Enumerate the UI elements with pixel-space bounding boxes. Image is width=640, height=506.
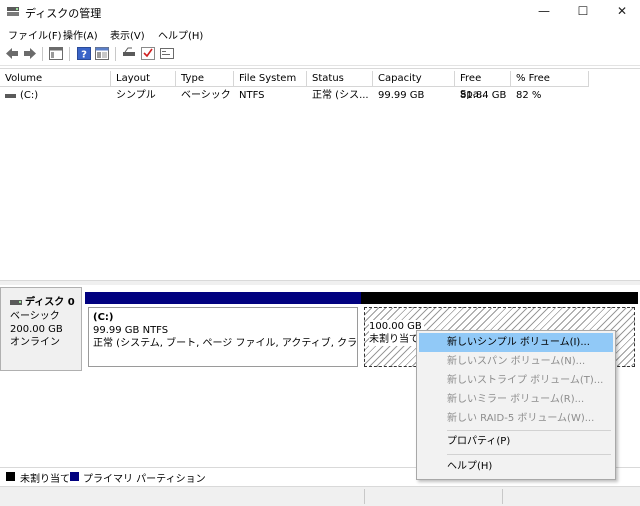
cell-free-space: 81.84 GB bbox=[460, 90, 507, 101]
menu-bar: ファイル(F) 操作(A) 表示(V) ヘルプ(H) bbox=[0, 24, 640, 43]
disk-type: ベーシック bbox=[10, 311, 60, 322]
column-header-file-system[interactable]: File System bbox=[234, 71, 307, 87]
disk-0-label[interactable]: ディスク 0 ベーシック 200.00 GB オンライン bbox=[0, 287, 82, 371]
legend-swatch-primary bbox=[70, 472, 79, 481]
help-icon[interactable]: ? bbox=[77, 47, 91, 60]
cell-layout: シンプル bbox=[116, 90, 156, 101]
disk-management-app-icon bbox=[7, 7, 19, 16]
status-divider bbox=[364, 489, 365, 504]
back-arrow-icon[interactable] bbox=[5, 47, 19, 60]
cell-percent-free: 82 % bbox=[516, 90, 542, 101]
toolbar-separator bbox=[42, 47, 43, 61]
menu-separator bbox=[447, 454, 611, 455]
cell-type: ベーシック bbox=[181, 90, 231, 101]
maximize-button[interactable]: ☐ bbox=[565, 0, 601, 24]
menu-separator bbox=[447, 430, 611, 431]
column-header-status[interactable]: Status bbox=[307, 71, 373, 87]
partition-c-bar bbox=[85, 292, 361, 304]
menu-action[interactable]: 操作(A) bbox=[63, 27, 98, 42]
cell-capacity: 99.99 GB bbox=[378, 90, 425, 101]
forward-arrow-icon[interactable] bbox=[23, 47, 37, 60]
partition-c[interactable]: (C:) 99.99 GB NTFS 正常 (システム, ブート, ページ ファ… bbox=[85, 292, 361, 368]
legend-label-unallocated: 未割り当て bbox=[20, 474, 70, 485]
minimize-button[interactable]: — bbox=[526, 0, 562, 24]
menu-item-new-raid5-volume[interactable]: 新しい RAID-5 ボリューム(W)... bbox=[419, 409, 613, 428]
console-icon[interactable] bbox=[160, 47, 174, 60]
menu-item-new-simple-volume[interactable]: 新しいシンプル ボリューム(I)... bbox=[419, 333, 613, 352]
disk-icon bbox=[10, 300, 22, 305]
disk-size: 200.00 GB bbox=[10, 324, 63, 335]
console-tree-icon[interactable] bbox=[49, 47, 63, 60]
legend-label-primary: プライマリ パーティション bbox=[83, 474, 206, 485]
menu-view[interactable]: 表示(V) bbox=[110, 27, 145, 42]
menu-file[interactable]: ファイル(F) bbox=[8, 27, 62, 42]
partition-c-size-fs: 99.99 GB NTFS bbox=[93, 325, 169, 336]
column-header-layout[interactable]: Layout bbox=[111, 71, 176, 87]
title-bar: ディスクの管理 — ☐ ✕ bbox=[0, 0, 640, 24]
menu-item-new-striped-volume[interactable]: 新しいストライプ ボリューム(T)... bbox=[419, 371, 613, 390]
cell-volume: (C:) bbox=[20, 90, 39, 101]
svg-text:?: ? bbox=[81, 50, 87, 61]
disk-name: ディスク 0 bbox=[25, 297, 75, 308]
window-title: ディスクの管理 bbox=[25, 7, 102, 20]
column-header-volume[interactable]: Volume bbox=[0, 71, 111, 87]
menu-item-properties[interactable]: プロパティ(P) bbox=[419, 432, 613, 451]
cell-status: 正常 (シス... bbox=[312, 90, 369, 101]
partition-c-name: (C:) bbox=[93, 312, 114, 323]
context-menu: 新しいシンプル ボリューム(I)... 新しいスパン ボリューム(N)... 新… bbox=[416, 330, 616, 480]
menu-item-help[interactable]: ヘルプ(H) bbox=[419, 457, 613, 476]
volume-drive-icon bbox=[5, 94, 16, 98]
menu-item-new-spanned-volume[interactable]: 新しいスパン ボリューム(N)... bbox=[419, 352, 613, 371]
partition-c-body: (C:) 99.99 GB NTFS 正常 (システム, ブート, ページ ファ… bbox=[88, 307, 358, 367]
column-header-percent-free[interactable]: % Free bbox=[511, 71, 589, 87]
toolbar-separator bbox=[69, 47, 70, 61]
column-header-type[interactable]: Type bbox=[176, 71, 234, 87]
toolbar-separator bbox=[115, 47, 116, 61]
column-header-free-space[interactable]: Free Spa... bbox=[455, 71, 511, 100]
menu-help[interactable]: ヘルプ(H) bbox=[158, 27, 203, 42]
status-bar bbox=[0, 486, 640, 506]
cell-file-system: NTFS bbox=[239, 90, 265, 101]
check-icon[interactable] bbox=[141, 47, 155, 60]
disk-status: オンライン bbox=[10, 337, 60, 348]
disk-icon[interactable] bbox=[122, 47, 136, 60]
status-divider bbox=[502, 489, 503, 504]
toolbar: ? bbox=[0, 43, 640, 66]
unallocated-bar bbox=[361, 292, 638, 304]
close-button[interactable]: ✕ bbox=[604, 0, 640, 24]
legend-swatch-unallocated bbox=[6, 472, 15, 481]
menu-item-new-mirrored-volume[interactable]: 新しいミラー ボリューム(R)... bbox=[419, 390, 613, 409]
column-header-capacity[interactable]: Capacity bbox=[373, 71, 455, 87]
properties-icon[interactable] bbox=[95, 47, 109, 60]
volume-list: Volume Layout Type File System Status Ca… bbox=[0, 68, 640, 281]
unallocated-status: 未割り当て bbox=[369, 333, 421, 346]
partition-c-status: 正常 (システム, ブート, ページ ファイル, アクティブ, クラッシュ ダン… bbox=[93, 338, 358, 349]
